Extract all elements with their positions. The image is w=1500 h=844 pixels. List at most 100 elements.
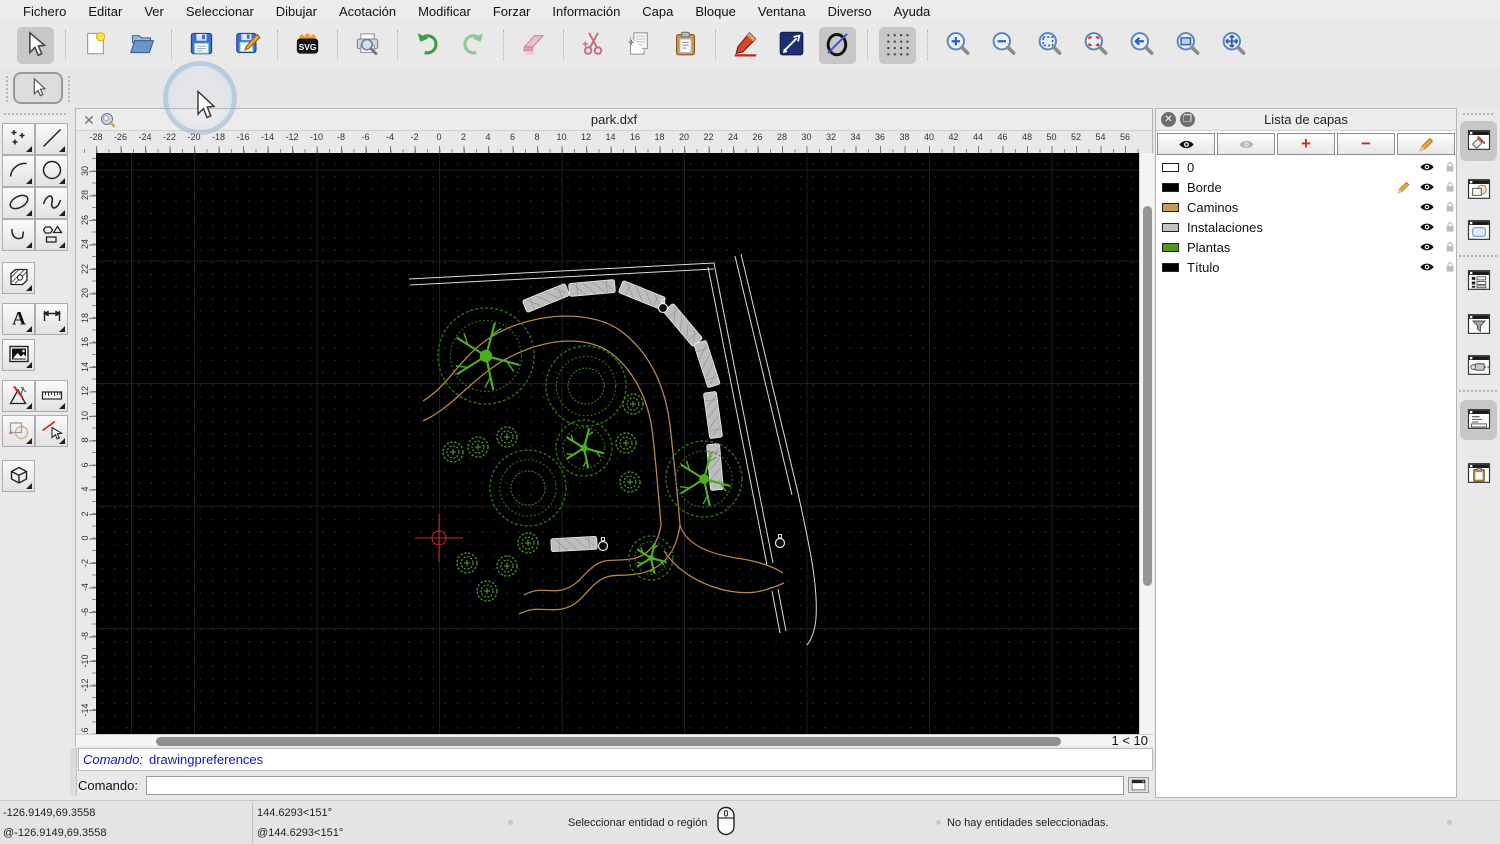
pen-button[interactable] (727, 27, 764, 64)
layer-lock-icon[interactable] (1436, 240, 1454, 254)
polyline-tool-button[interactable] (2, 219, 35, 251)
zoom-pan-button[interactable] (1215, 27, 1252, 64)
menu-forzar[interactable]: Forzar (482, 4, 542, 19)
paste-button[interactable] (667, 27, 704, 64)
command-float-button[interactable] (1128, 777, 1149, 793)
layer-lock-icon[interactable] (1436, 200, 1454, 214)
undo-icon (414, 30, 441, 60)
menu-informacion[interactable]: Información (541, 4, 631, 19)
layer-lock-icon[interactable] (1436, 160, 1454, 174)
zoom-in-button[interactable] (939, 27, 976, 64)
layer-row-titulo[interactable]: Título (1156, 257, 1456, 277)
menu-diverso[interactable]: Diverso (817, 4, 883, 19)
hatch-tool-button[interactable] (2, 262, 35, 294)
zoom-previous-button[interactable] (1077, 27, 1114, 64)
dock-views-button[interactable] (1460, 346, 1497, 386)
menu-fichero[interactable]: Fichero (12, 4, 77, 19)
dock-command-widget-button[interactable] (1460, 400, 1497, 440)
menu-ventana[interactable]: Ventana (747, 4, 817, 19)
layer-row-caminos[interactable]: Caminos (1156, 197, 1456, 217)
layer-row-plantas[interactable]: Plantas (1156, 237, 1456, 257)
menu-capa[interactable]: Capa (631, 4, 684, 19)
layer-row-borde[interactable]: Borde (1156, 177, 1456, 197)
ellipse-tool-button[interactable] (819, 26, 856, 64)
toolbar-handle[interactable] (6, 76, 9, 102)
menu-modificar[interactable]: Modificar (407, 4, 482, 19)
select-arrow-button[interactable] (17, 26, 54, 64)
drawing-canvas[interactable] (96, 153, 1139, 734)
dock-clipboard-button[interactable] (1460, 454, 1497, 494)
modify-tool-button[interactable] (2, 380, 35, 412)
palette-handle[interactable] (4, 113, 66, 116)
new-file-button[interactable] (77, 27, 114, 64)
dock-filter-button[interactable] (1460, 305, 1497, 345)
grid-toggle-button[interactable] (879, 26, 916, 64)
zoom-window-button[interactable] (1169, 27, 1206, 64)
add-layer-button[interactable]: + (1277, 133, 1335, 155)
menu-editar[interactable]: Editar (77, 4, 133, 19)
dock-entity-list-button[interactable] (1460, 261, 1497, 301)
redo-button[interactable] (455, 27, 492, 64)
circle-tool-button[interactable] (35, 155, 68, 187)
layer-row-0[interactable]: 0 (1156, 157, 1456, 177)
image-tool-button[interactable] (2, 339, 35, 371)
menu-ver[interactable]: Ver (133, 4, 175, 19)
vertical-scroll-thumb[interactable] (1143, 206, 1152, 586)
layer-visibility-icon[interactable] (1412, 219, 1434, 235)
export-svg-button[interactable]: SVG (289, 27, 326, 64)
layer-lock-icon[interactable] (1436, 220, 1454, 234)
dock-handle[interactable] (1463, 113, 1493, 116)
ellipse-tool-button[interactable] (2, 187, 35, 219)
copy-button[interactable] (621, 27, 658, 64)
layer-visibility-icon[interactable] (1412, 179, 1434, 195)
zoom-out-button[interactable] (985, 27, 1022, 64)
print-preview-button[interactable] (349, 27, 386, 64)
zoom-back-button[interactable] (1123, 27, 1160, 64)
menu-ayuda[interactable]: Ayuda (883, 4, 942, 19)
save-file-button[interactable] (183, 27, 220, 64)
dimension-tool-button[interactable] (35, 303, 68, 335)
show-all-layers-button[interactable] (1157, 133, 1215, 155)
horizontal-scroll-thumb[interactable] (156, 737, 1061, 746)
menu-seleccionar[interactable]: Seleccionar (175, 4, 265, 19)
layer-lock-icon[interactable] (1436, 260, 1454, 274)
dock-block-list-button[interactable] (1460, 170, 1497, 210)
measure-tool-button[interactable] (35, 380, 68, 412)
layer-visibility-icon[interactable] (1412, 239, 1434, 255)
layer-row-instalaciones[interactable]: Instalaciones (1156, 217, 1456, 237)
remove-layer-button[interactable]: − (1337, 133, 1395, 155)
undo-button[interactable] (409, 27, 446, 64)
hide-all-layers-button[interactable] (1217, 133, 1275, 155)
trim-tool-button[interactable] (2, 415, 35, 447)
layer-lock-icon[interactable] (1436, 180, 1454, 194)
text-tool-button[interactable]: A (2, 303, 35, 335)
menu-bloque[interactable]: Bloque (684, 4, 746, 19)
eraser-button[interactable] (515, 27, 552, 64)
dock-layer-list-button[interactable] (1460, 121, 1497, 161)
select-entity-tool-button[interactable] (35, 415, 68, 447)
vertical-scrollbar[interactable] (1139, 153, 1154, 734)
layer-visibility-icon[interactable] (1412, 199, 1434, 215)
dock-library-button[interactable] (1460, 211, 1497, 251)
open-file-button[interactable] (123, 27, 160, 64)
layer-visibility-icon[interactable] (1412, 159, 1434, 175)
line-tool-button[interactable] (35, 123, 68, 155)
menu-acotacion[interactable]: Acotación (328, 4, 407, 19)
command-dock-handle[interactable] (70, 748, 77, 796)
save-file-as-button[interactable] (229, 27, 266, 64)
line-attributes-button[interactable] (773, 27, 810, 64)
toolbar-handle[interactable] (68, 76, 71, 102)
cube-3d-tool-button[interactable] (2, 460, 35, 492)
arc-tool-button[interactable] (2, 155, 35, 187)
zoom-auto-button[interactable] (1031, 27, 1068, 64)
menu-dibujar[interactable]: Dibujar (265, 4, 328, 19)
cut-button[interactable] (575, 27, 612, 64)
points-tool-button[interactable] (2, 123, 35, 155)
pointer-tool-button[interactable] (13, 72, 63, 104)
command-input[interactable] (145, 775, 1124, 795)
edit-layer-button[interactable] (1397, 133, 1455, 155)
layer-visibility-icon[interactable] (1412, 259, 1434, 275)
selection-info: No hay entidades seleccionadas. (947, 817, 1109, 829)
polygon-tool-button[interactable] (35, 219, 68, 251)
spline-tool-button[interactable] (35, 187, 68, 219)
